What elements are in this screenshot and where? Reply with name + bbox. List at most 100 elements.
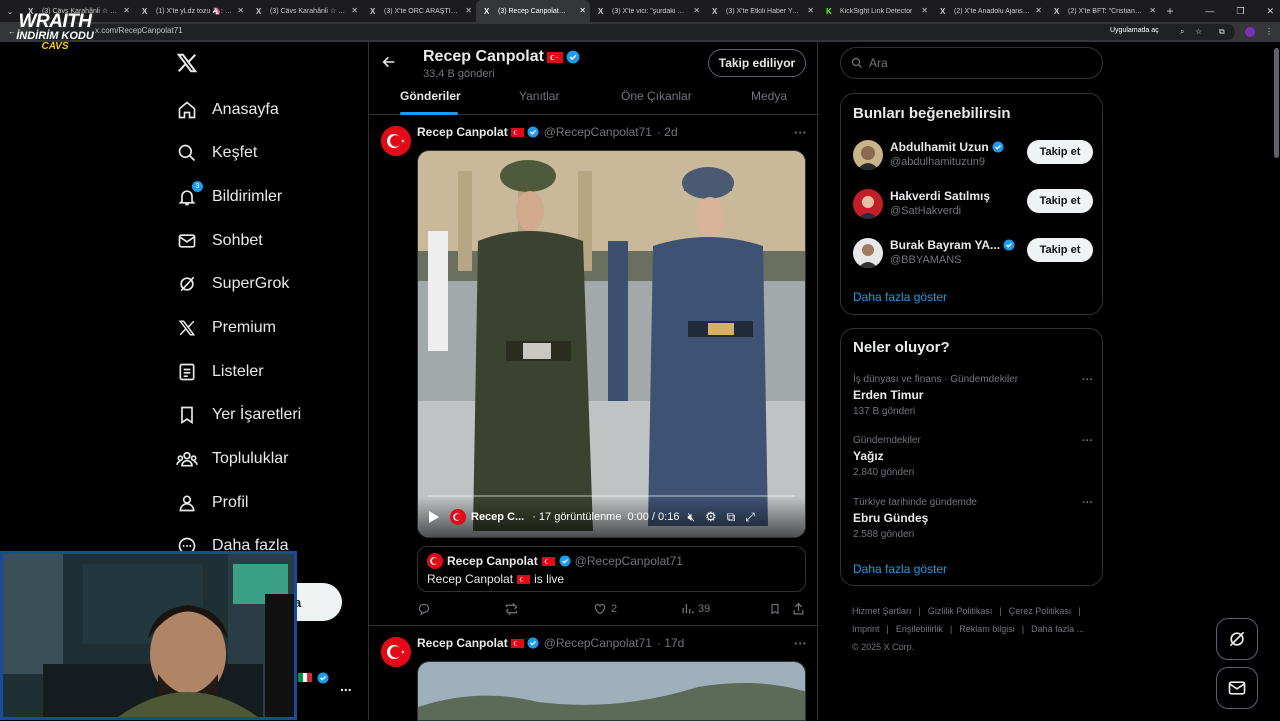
avatar[interactable]	[853, 238, 883, 268]
open-in-app-chip[interactable]: Uygulamada aç	[1110, 27, 1159, 34]
footer-link[interactable]: Gizlilik Politikası	[928, 606, 993, 616]
tab-posts[interactable]: Gönderiler	[400, 89, 461, 103]
tab-close-icon[interactable]: ✕	[123, 6, 130, 15]
tab-close-icon[interactable]: ✕	[579, 6, 586, 15]
messages-fab[interactable]	[1216, 667, 1258, 709]
suggested-user[interactable]: Abdulhamit Uzun @abdulhamituzun9 Takip e…	[853, 138, 1093, 174]
grok-fab[interactable]	[1216, 618, 1258, 660]
browser-tab[interactable]: X(2) X'te Anadolu Ajansı: "Kur✕	[932, 0, 1046, 22]
trend-more-icon[interactable]: ···	[1082, 374, 1093, 386]
reply-button[interactable]	[417, 602, 435, 616]
maximize-button[interactable]: ❐	[1236, 6, 1244, 17]
browser-tab[interactable]: X(3) X'te vici: "şurdaki SSD (1tb✕	[590, 0, 704, 22]
tab-close-icon[interactable]: ✕	[807, 6, 814, 15]
avatar[interactable]	[381, 637, 411, 667]
avatar[interactable]	[853, 140, 883, 170]
avatar[interactable]	[853, 189, 883, 219]
post-more-icon[interactable]: ···	[794, 636, 807, 651]
suggested-user[interactable]: Hakverdi Satılmış @SatHakverdi Takip et	[853, 187, 1093, 223]
footer-link[interactable]: Hizmet Şartları	[852, 606, 912, 616]
tab-close-icon[interactable]: ✕	[237, 6, 244, 15]
bookmark-star-icon[interactable]: ☆	[1195, 27, 1202, 36]
tab-media[interactable]: Medya	[751, 89, 787, 103]
sidebar-item-profile[interactable]: Profil	[176, 490, 248, 516]
follow-button[interactable]: Takip et	[1027, 140, 1093, 164]
footer-link[interactable]: Daha fazla ...	[1031, 624, 1084, 634]
fullscreen-icon[interactable]: ⤢	[745, 510, 755, 525]
author-handle[interactable]: @RecepCanpolat71	[544, 125, 652, 139]
trend-more-icon[interactable]: ···	[1082, 435, 1093, 447]
tab-close-icon[interactable]: ✕	[351, 6, 358, 15]
sidebar-item-lists[interactable]: Listeler	[176, 359, 264, 385]
pip-icon[interactable]: ⧉	[727, 510, 736, 525]
video-player[interactable]: Recep C... · 17 görüntülenme 0:00 / 0:16…	[417, 150, 806, 538]
post-media[interactable]	[417, 661, 806, 721]
tab-close-icon[interactable]: ✕	[693, 6, 700, 15]
tab-replies[interactable]: Yanıtlar	[519, 89, 559, 103]
x-logo-icon[interactable]	[176, 52, 198, 74]
browser-tab[interactable]: X(2) X'te BFT: "Cristiano Ronal✕	[1046, 0, 1160, 22]
footer-link[interactable]: Erişilebilirlik	[896, 624, 943, 634]
close-window-button[interactable]: ✕	[1266, 6, 1274, 17]
following-button[interactable]: Takip ediliyor	[708, 49, 806, 77]
search-input[interactable]: Ara	[840, 47, 1103, 79]
trend-item[interactable]: Türkiye tarihinde gündemde Ebru Gündeş 2…	[853, 497, 1093, 540]
trend-item[interactable]: Gündemdekiler Yağız 2.840 gönderi ···	[853, 435, 1093, 478]
browser-tab[interactable]: X(3) X'te Etkili Haber Yeni Saytı✕	[704, 0, 818, 22]
footer-link[interactable]: Reklam bilgisi	[959, 624, 1015, 634]
volume-icon[interactable]: 🔇︎	[687, 510, 695, 525]
post[interactable]: Recep Canpolat @RecepCanpolat71 · 2d ···	[369, 116, 819, 626]
browser-menu-icon[interactable]: ⋮	[1265, 27, 1273, 36]
tab-close-icon[interactable]: ✕	[1035, 6, 1042, 15]
omnibox[interactable]	[30, 24, 1235, 40]
sidebar-item-home[interactable]: Anasayfa	[176, 97, 279, 123]
scrollbar-thumb[interactable]	[1274, 48, 1279, 158]
post-more-icon[interactable]: ···	[794, 125, 807, 140]
browser-tab-active[interactable]: X(3) Recep Canpolat🇹🇷 (@Rece✕	[476, 0, 590, 22]
repost-button[interactable]	[504, 602, 523, 616]
sidebar-item-supergrok[interactable]: SuperGrok	[176, 271, 289, 297]
footer-link[interactable]: Çerez Politikası	[1009, 606, 1072, 616]
suggested-user[interactable]: Burak Bayram YA... @BBYAMANS Takip et	[853, 236, 1093, 272]
browser-tab[interactable]: X(3) X'te ORC ARAŞTIRMA: "Ş✕	[362, 0, 476, 22]
sidebar-item-premium[interactable]: Premium	[176, 315, 276, 341]
settings-gear-icon[interactable]: ⚙	[705, 509, 717, 525]
page-scrollbar[interactable]	[1273, 42, 1280, 720]
tab-close-icon[interactable]: ✕	[465, 6, 472, 15]
post-time[interactable]: · 17d	[657, 636, 684, 650]
tab-close-icon[interactable]: ✕	[921, 6, 928, 15]
author-handle[interactable]: @RecepCanpolat71	[544, 636, 652, 650]
post-time[interactable]: · 2d	[657, 125, 678, 139]
show-more-link[interactable]: Daha fazla göster	[853, 562, 947, 576]
extensions-icon[interactable]: ⧉	[1219, 27, 1225, 37]
browser-tab[interactable]: X(3) Cävs Karahânli ☆ (@karah✕	[248, 0, 362, 22]
show-more-link[interactable]: Daha fazla göster	[853, 290, 947, 304]
post[interactable]: Recep Canpolat @RecepCanpolat71 · 17d ··…	[369, 627, 819, 721]
follow-button[interactable]: Takip et	[1027, 238, 1093, 262]
play-icon[interactable]	[428, 510, 442, 524]
browser-tab[interactable]: K KickSight Link Detector ✕	[818, 0, 932, 22]
sidebar-item-notifications[interactable]: 3 Bildirimler	[176, 181, 282, 210]
author-name[interactable]: Recep Canpolat	[417, 125, 508, 139]
new-tab-button[interactable]: +	[1160, 4, 1180, 18]
trend-item[interactable]: İş dünyası ve finans · Gündemdekiler Erd…	[853, 374, 1093, 417]
avatar[interactable]	[381, 126, 411, 156]
follow-button[interactable]: Takip et	[1027, 189, 1093, 213]
minimize-button[interactable]: —	[1205, 6, 1214, 16]
footer-link[interactable]: Imprint	[852, 624, 880, 634]
tab-close-icon[interactable]: ✕	[1149, 6, 1156, 15]
sidebar-item-bookmarks[interactable]: Yer İşaretleri	[176, 402, 301, 428]
sidebar-item-messages[interactable]: Sohbet	[176, 228, 263, 254]
sidebar-item-explore[interactable]: Keşfet	[176, 140, 257, 166]
profile-avatar-icon[interactable]	[1245, 27, 1255, 37]
account-menu-button[interactable]: ...	[340, 678, 352, 694]
back-arrow-icon[interactable]	[381, 54, 403, 76]
tab-highlights[interactable]: Öne Çıkanlar	[621, 89, 692, 103]
sidebar-item-communities[interactable]: Topluluklar	[176, 446, 288, 472]
share-button[interactable]	[792, 602, 805, 616]
like-button[interactable]: 2	[593, 602, 617, 616]
trend-more-icon[interactable]: ···	[1082, 497, 1093, 509]
bookmark-button[interactable]	[769, 602, 781, 616]
author-name[interactable]: Recep Canpolat	[417, 636, 508, 650]
views-button[interactable]: 39	[681, 602, 710, 615]
